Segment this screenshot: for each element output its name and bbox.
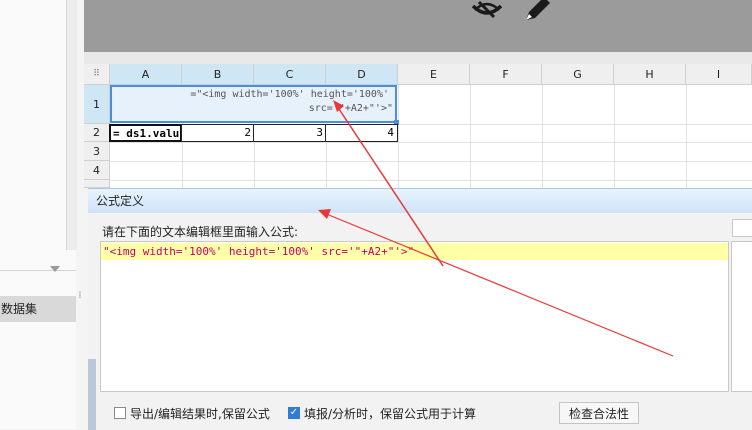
spreadsheet[interactable]: ⠿ A B C D E F G H I 1 2 3 4 ="<img width… bbox=[84, 64, 752, 188]
row-header[interactable]: 3 bbox=[84, 142, 110, 161]
grid-line bbox=[686, 85, 687, 188]
column-header[interactable]: A bbox=[110, 64, 182, 85]
grid-line bbox=[110, 142, 752, 143]
preview-bottom-bar bbox=[84, 52, 752, 64]
dialog-title-bar[interactable]: 公式定义 bbox=[88, 189, 752, 213]
row-header[interactable]: 4 bbox=[84, 161, 110, 180]
dataset-tab[interactable]: 数据集 bbox=[0, 296, 76, 322]
column-header[interactable]: B bbox=[182, 64, 254, 85]
check-validity-button[interactable]: 检查合法性 bbox=[559, 402, 639, 424]
collapse-arrow-icon[interactable] bbox=[50, 266, 60, 272]
column-header[interactable]: H bbox=[614, 64, 686, 85]
cell-formula-line1: ="<img width='100%' height='100%' bbox=[190, 89, 389, 100]
eye-hidden-icon[interactable] bbox=[470, 0, 504, 22]
checkmark-icon: ✓ bbox=[289, 407, 299, 418]
splitter-grip-icon[interactable]: ⁞ bbox=[77, 288, 83, 304]
fill-keep-formula-label: 填报/分析时，保留公式用于计算 bbox=[304, 407, 477, 421]
pencil-icon[interactable] bbox=[520, 0, 552, 22]
export-keep-formula-label: 导出/编辑结果时,保留公式 bbox=[130, 407, 270, 421]
select-all-corner[interactable]: ⠿ bbox=[84, 64, 110, 85]
grid-line bbox=[614, 85, 615, 188]
grid-line bbox=[398, 85, 399, 188]
column-header[interactable]: G bbox=[542, 64, 614, 85]
dialog-prompt: 请在下面的文本编辑框里面输入公式: bbox=[102, 225, 299, 239]
function-list-pane[interactable] bbox=[731, 241, 752, 392]
cell-c2[interactable]: 3 bbox=[253, 124, 327, 142]
formula-editor[interactable]: "<img width='100%' height='100%' src='"+… bbox=[100, 241, 729, 392]
cell-a2[interactable]: = ds1.valu bbox=[109, 124, 182, 142]
grid-line bbox=[110, 161, 752, 162]
column-header[interactable]: E bbox=[398, 64, 470, 85]
grid-line bbox=[110, 180, 752, 181]
column-header[interactable]: C bbox=[254, 64, 326, 85]
column-header[interactable]: D bbox=[326, 64, 398, 85]
formula-text[interactable]: "<img width='100%' height='100%' src='"+… bbox=[101, 243, 728, 260]
fill-keep-formula-checkbox[interactable]: ✓ bbox=[288, 407, 300, 419]
row-header[interactable]: 2 bbox=[84, 124, 110, 142]
export-keep-formula-checkbox[interactable] bbox=[114, 407, 126, 419]
dataset-panel bbox=[0, 322, 76, 429]
row-header[interactable] bbox=[84, 180, 110, 188]
left-scroll-strip bbox=[66, 0, 77, 250]
column-header[interactable]: F bbox=[470, 64, 542, 85]
grid-line bbox=[470, 85, 471, 188]
function-search-box[interactable] bbox=[732, 219, 752, 237]
column-header[interactable]: I bbox=[686, 64, 752, 85]
left-divider bbox=[0, 270, 76, 271]
dataset-tab-label: 数据集 bbox=[1, 302, 38, 316]
formula-dialog: 公式定义 请在下面的文本编辑框里面输入公式: "<img width='100%… bbox=[88, 188, 752, 430]
preview-area bbox=[84, 0, 752, 52]
cell-a1-merged[interactable]: ="<img width='100%' height='100%' src='"… bbox=[110, 85, 397, 123]
grid-line bbox=[542, 85, 543, 188]
dialog-title: 公式定义 bbox=[96, 194, 145, 208]
cell-b2[interactable]: 2 bbox=[181, 124, 255, 142]
cell-formula-line2: src='"+A2+"'>" bbox=[308, 103, 393, 114]
cell-d2[interactable]: 4 bbox=[325, 124, 398, 142]
dialog-left-edge bbox=[88, 359, 96, 430]
row-header[interactable]: 1 bbox=[84, 85, 110, 124]
